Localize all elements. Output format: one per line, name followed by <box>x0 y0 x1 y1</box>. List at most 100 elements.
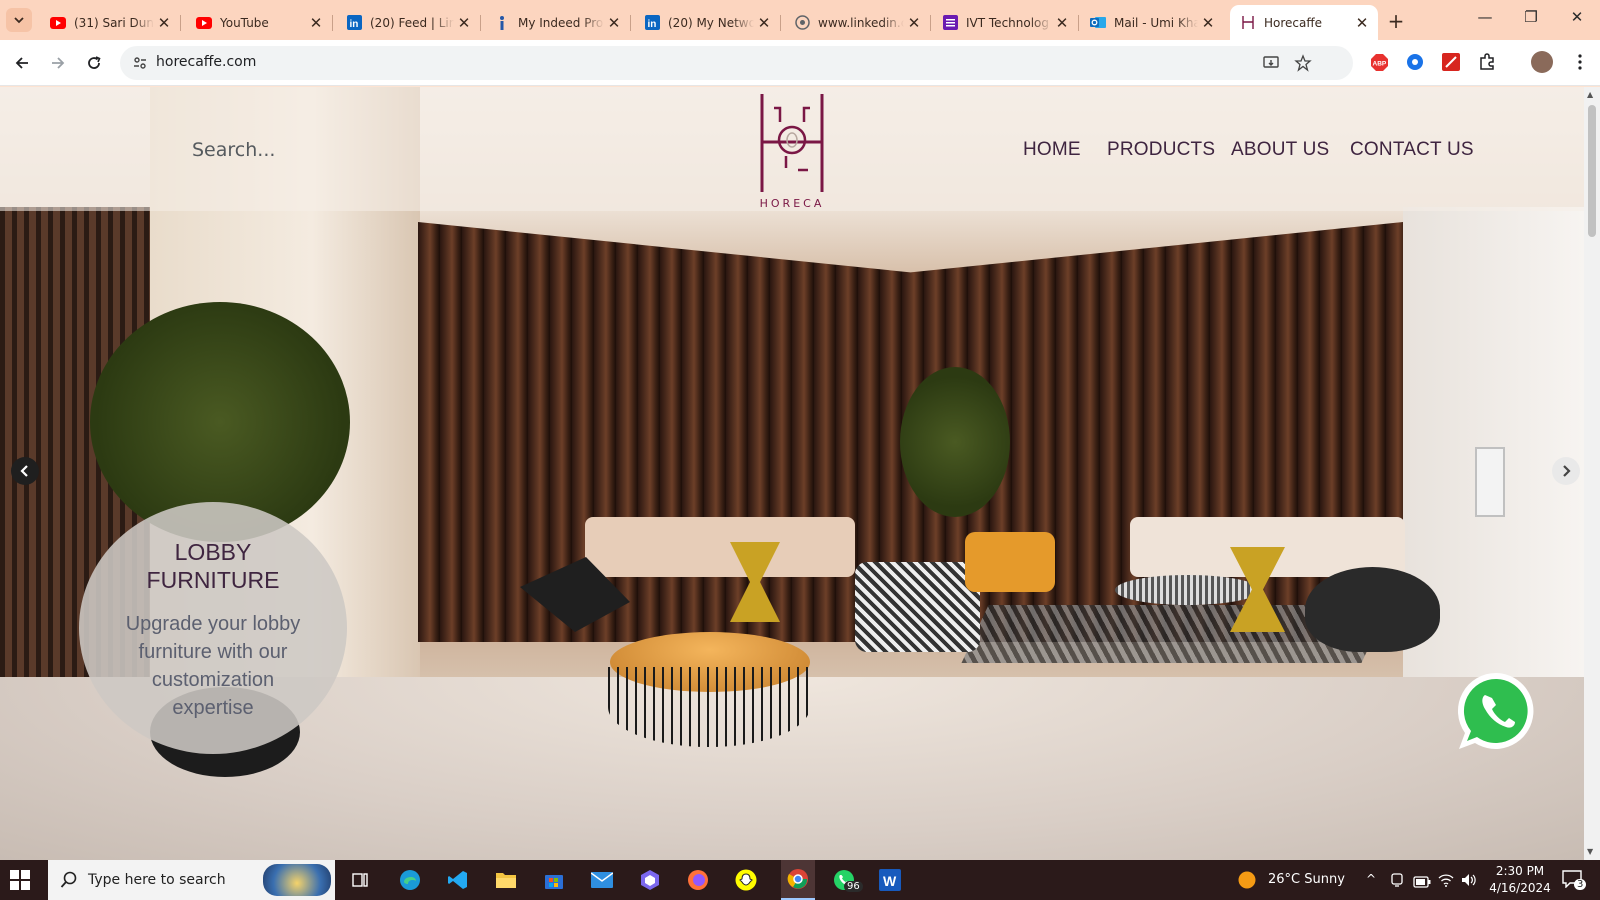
browser-tab[interactable]: in (20) My Netwo ✕ <box>634 5 781 40</box>
horeca-logo-mark <box>760 94 824 192</box>
edge-browser-icon[interactable] <box>397 868 423 892</box>
carousel-prev-button[interactable] <box>11 457 39 485</box>
puzzle-extensions-icon[interactable] <box>1477 52 1497 72</box>
windows-taskbar: Type here to search 96 W 26°C Sunny ^ 2:… <box>0 860 1600 900</box>
taskbar-search-box[interactable]: Type here to search <box>48 860 335 900</box>
browser-tab-active[interactable]: Horecaffe ✕ <box>1230 5 1378 40</box>
notification-center-icon[interactable]: 3 <box>1562 870 1587 892</box>
horeca-favicon <box>1240 15 1256 31</box>
close-tab-icon[interactable]: ✕ <box>306 14 326 32</box>
whatsapp-chat-button[interactable] <box>1455 669 1539 753</box>
arrow-right-icon <box>52 57 65 69</box>
horeca-logo[interactable]: HORECA <box>752 92 832 210</box>
chrome-taskbar-icon[interactable] <box>781 860 815 900</box>
bookmark-star-icon[interactable] <box>1294 54 1312 76</box>
close-tab-icon[interactable]: ✕ <box>604 14 624 32</box>
install-app-icon[interactable] <box>1262 54 1280 76</box>
snapchat-icon[interactable] <box>733 868 759 892</box>
power-automate-icon[interactable] <box>637 868 663 892</box>
carousel-next-button[interactable] <box>1552 457 1580 485</box>
nav-products[interactable]: PRODUCTS <box>1107 139 1215 161</box>
address-bar[interactable]: horecaffe.com <box>120 46 1353 80</box>
chevron-left-icon <box>20 465 28 477</box>
restore-button[interactable]: ❐ <box>1516 8 1546 32</box>
browser-tab-strip: (31) Sari Duny ✕ YouTube ✕ in (20) Feed … <box>0 0 1600 40</box>
forward-button[interactable] <box>47 52 69 74</box>
close-tab-icon[interactable]: ✕ <box>1198 14 1218 32</box>
tab-title: Horecaffe <box>1264 15 1323 30</box>
start-button[interactable] <box>10 870 30 890</box>
svg-text:in: in <box>349 19 358 30</box>
wifi-icon[interactable] <box>1438 872 1454 891</box>
close-window-button[interactable]: ✕ <box>1562 8 1592 32</box>
tab-search-button[interactable] <box>6 8 32 32</box>
close-tab-icon[interactable]: ✕ <box>154 14 174 32</box>
chevron-down-icon <box>14 17 24 24</box>
browser-tab[interactable]: IVT Technolog ✕ <box>932 5 1079 40</box>
microsoft-store-icon[interactable] <box>541 868 567 892</box>
chevron-up-icon[interactable]: ^ <box>1366 872 1376 886</box>
browser-tab[interactable]: Mail - Umi Kha ✕ <box>1080 5 1224 40</box>
scroll-down-icon[interactable]: ▼ <box>1587 847 1593 856</box>
profile-avatar[interactable] <box>1531 51 1553 73</box>
weather-sun-icon[interactable] <box>1238 871 1256 893</box>
adblock-icon[interactable]: ABP <box>1369 52 1389 72</box>
browser-tab[interactable]: in (20) Feed | Lin ✕ <box>336 5 481 40</box>
whatsapp-taskbar-icon[interactable]: 96 <box>827 868 863 892</box>
page-scrollbar[interactable]: ▲ ▼ <box>1584 87 1600 860</box>
scroll-up-icon[interactable]: ▲ <box>1587 90 1593 99</box>
close-tab-icon[interactable]: ✕ <box>454 14 474 32</box>
tab-title: My Indeed Pro <box>518 15 604 30</box>
nav-contact-us[interactable]: CONTACT US <box>1350 139 1474 161</box>
menu-kebab-icon[interactable] <box>1570 52 1590 72</box>
pdf-extension-icon[interactable] <box>1441 52 1461 72</box>
web-page: HORECA HOME PRODUCTS ABOUT US CONTACT US… <box>0 87 1584 860</box>
search-icon <box>60 871 78 893</box>
reload-icon <box>88 56 101 69</box>
extension-icon[interactable] <box>1405 52 1425 72</box>
meet-now-icon[interactable] <box>1389 872 1405 892</box>
reload-button[interactable] <box>83 52 105 74</box>
volume-icon[interactable] <box>1461 872 1477 891</box>
arrow-left-icon <box>15 57 28 69</box>
close-tab-icon[interactable]: ✕ <box>904 14 924 32</box>
tab-title: YouTube <box>220 15 269 30</box>
back-button[interactable] <box>11 52 33 74</box>
browser-tab[interactable]: My Indeed Pro ✕ <box>484 5 631 40</box>
scrollbar-thumb[interactable] <box>1588 105 1596 237</box>
minimize-button[interactable]: — <box>1470 8 1500 32</box>
tab-title: IVT Technolog <box>966 15 1050 30</box>
close-tab-icon[interactable]: ✕ <box>1052 14 1072 32</box>
linkedin-icon: in <box>346 15 362 31</box>
nav-home[interactable]: HOME <box>1023 139 1081 161</box>
tab-title: (31) Sari Duny <box>74 15 154 30</box>
task-view-icon[interactable] <box>347 868 373 892</box>
clock-time[interactable]: 2:30 PM <box>1490 864 1550 878</box>
close-tab-icon[interactable]: ✕ <box>754 14 774 32</box>
firefox-icon[interactable] <box>685 868 711 892</box>
mail-app-icon[interactable] <box>589 868 615 892</box>
youtube-icon <box>50 15 66 31</box>
new-tab-button[interactable]: + <box>1384 9 1408 33</box>
indeed-icon <box>494 15 510 31</box>
file-explorer-icon[interactable] <box>493 868 519 892</box>
site-info-icon[interactable] <box>132 55 148 75</box>
whatsapp-icon <box>1457 672 1534 749</box>
word-icon[interactable]: W <box>877 868 903 892</box>
battery-icon[interactable] <box>1413 873 1431 892</box>
clock-date[interactable]: 4/16/2024 <box>1483 881 1557 895</box>
slide-title: LOBBY FURNITURE <box>146 539 280 593</box>
taskbar-search-text: Type here to search <box>88 872 226 888</box>
tab-title: (20) Feed | Lin <box>370 15 454 30</box>
chevron-right-icon <box>1563 465 1571 477</box>
url-text: horecaffe.com <box>156 54 257 70</box>
search-input[interactable] <box>192 135 452 165</box>
close-tab-icon[interactable]: ✕ <box>1352 14 1372 32</box>
nav-about-us[interactable]: ABOUT US <box>1231 139 1329 161</box>
logo-wordmark: HORECA <box>759 197 825 210</box>
weather-text[interactable]: 26°C Sunny <box>1268 872 1345 887</box>
vscode-icon[interactable] <box>445 868 471 892</box>
browser-tab[interactable]: (31) Sari Duny ✕ <box>40 5 181 40</box>
browser-tab[interactable]: YouTube ✕ <box>186 5 333 40</box>
browser-tab[interactable]: www.linkedin.c ✕ <box>784 5 931 40</box>
